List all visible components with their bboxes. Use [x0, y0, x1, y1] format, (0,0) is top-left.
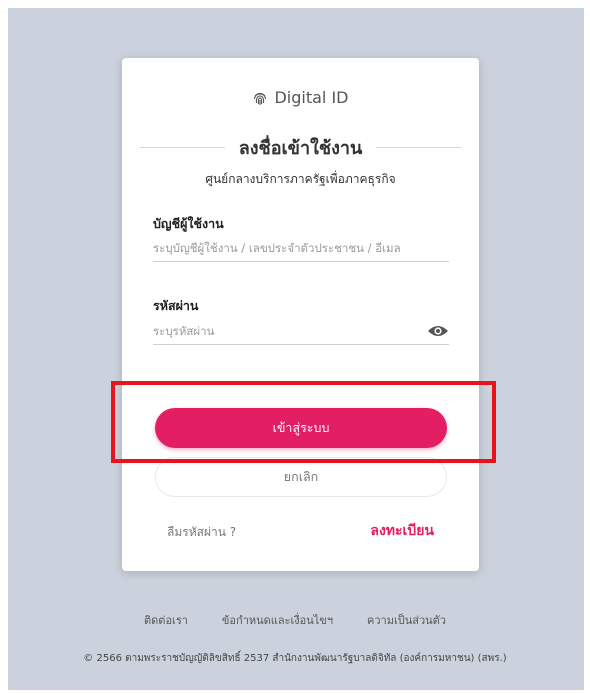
fingerprint-icon — [254, 92, 267, 105]
title-divider-left — [140, 147, 225, 148]
copyright-text: © 2566 ตามพระราชบัญญัติลิขสิทธิ์ 2537 สำ… — [83, 653, 507, 664]
register-link[interactable]: ลงทะเบียน — [370, 520, 434, 542]
password-label: รหัสผ่าน — [153, 298, 199, 313]
password-field-wrapper — [153, 317, 449, 345]
brand-logo: Digital ID — [122, 88, 479, 107]
login-title-row: ลงชื่อเข้าใช้งาน — [140, 133, 461, 162]
brand-name: Digital ID — [274, 88, 349, 107]
login-card: Digital ID ลงชื่อเข้าใช้งาน ศูนย์กลางบริ… — [122, 58, 479, 571]
username-field-wrapper — [153, 234, 449, 262]
username-input[interactable] — [153, 240, 449, 255]
eye-icon[interactable] — [427, 324, 449, 338]
cancel-button[interactable]: ยกเลิก — [155, 457, 447, 497]
footer-links: ติดต่อเรา ข้อกำหนดและเงื่อนไขฯ ความเป็นส… — [0, 611, 590, 629]
terms-link[interactable]: ข้อกำหนดและเงื่อนไขฯ — [222, 611, 333, 629]
privacy-link[interactable]: ความเป็นส่วนตัว — [367, 611, 446, 629]
page-subtitle: ศูนย์กลางบริการภาครัฐเพื่อภาคธุรกิจ — [205, 172, 396, 186]
forgot-password-link[interactable]: ลืมรหัสผ่าน ? — [167, 523, 236, 542]
page-title: ลงชื่อเข้าใช้งาน — [238, 138, 363, 159]
title-divider-right — [376, 147, 461, 148]
highlight-annotation — [111, 381, 496, 463]
username-label: บัญชีผู้ใช้งาน — [153, 216, 224, 231]
contact-link[interactable]: ติดต่อเรา — [144, 611, 188, 629]
password-input[interactable] — [153, 323, 427, 338]
